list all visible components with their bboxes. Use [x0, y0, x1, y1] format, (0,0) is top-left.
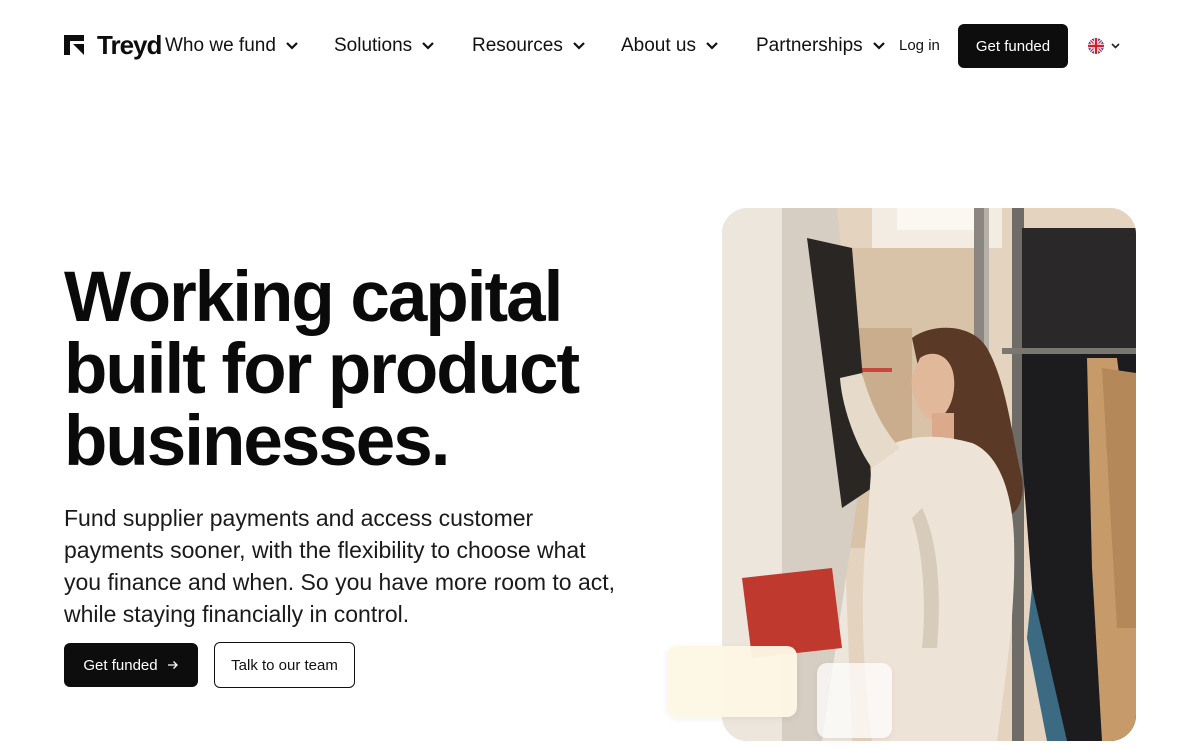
nav-item-resources[interactable]: Resources: [472, 33, 586, 59]
nav-item-label: About us: [621, 35, 696, 56]
nav-item-partnerships[interactable]: Partnerships: [756, 33, 886, 59]
nav-item-who-we-fund[interactable]: Who we fund: [165, 33, 299, 59]
hero-subtitle-line: Fund supplier payments and access custom…: [64, 505, 534, 531]
treyd-logo-icon: [64, 35, 84, 55]
hero-subtitle-line: payments sooner, with the flexibility to…: [64, 537, 586, 563]
nav-item-label: Resources: [472, 35, 563, 56]
nav-item-label: Solutions: [334, 35, 413, 56]
get-funded-button[interactable]: Get funded: [64, 643, 198, 687]
chevron-down-icon: [706, 42, 718, 50]
hero-title-line: businesses.: [64, 402, 450, 481]
uk-flag-icon: [1088, 38, 1104, 54]
hero-title-line: Working capital: [64, 258, 563, 337]
brand-name: Treyd: [97, 30, 162, 60]
overlay-card: [667, 646, 797, 717]
arrow-right-icon: [167, 661, 178, 669]
site-header: Treyd Who we fund Solutions Resources Ab…: [0, 0, 1200, 92]
overlay-card: [817, 663, 892, 738]
chevron-down-icon: [1111, 43, 1120, 49]
get-funded-header-button[interactable]: Get funded: [958, 24, 1068, 68]
nav-item-label: Who we fund: [165, 35, 276, 56]
hero-title-line: built for product: [64, 330, 580, 409]
nav-item-about-us[interactable]: About us: [621, 33, 719, 59]
hero-subtitle-line: while staying financially in control.: [64, 601, 410, 627]
logo[interactable]: Treyd: [64, 30, 162, 60]
get-funded-button-label: Get funded: [83, 656, 158, 674]
chevron-down-icon: [573, 42, 585, 50]
language-selector[interactable]: [1088, 38, 1120, 54]
talk-to-team-button[interactable]: Talk to our team: [214, 642, 355, 688]
hero-title: Working capital built for product busine…: [64, 262, 664, 478]
chevron-down-icon: [286, 42, 298, 50]
hero-subtitle: Fund supplier payments and access custom…: [64, 502, 664, 630]
chevron-down-icon: [872, 42, 885, 50]
nav-item-label: Partnerships: [756, 35, 863, 56]
hero-subtitle-line: you finance and when. So you have more r…: [64, 569, 616, 595]
login-link[interactable]: Log in: [899, 35, 940, 57]
chevron-down-icon: [422, 42, 434, 50]
nav-item-solutions[interactable]: Solutions: [334, 33, 435, 59]
